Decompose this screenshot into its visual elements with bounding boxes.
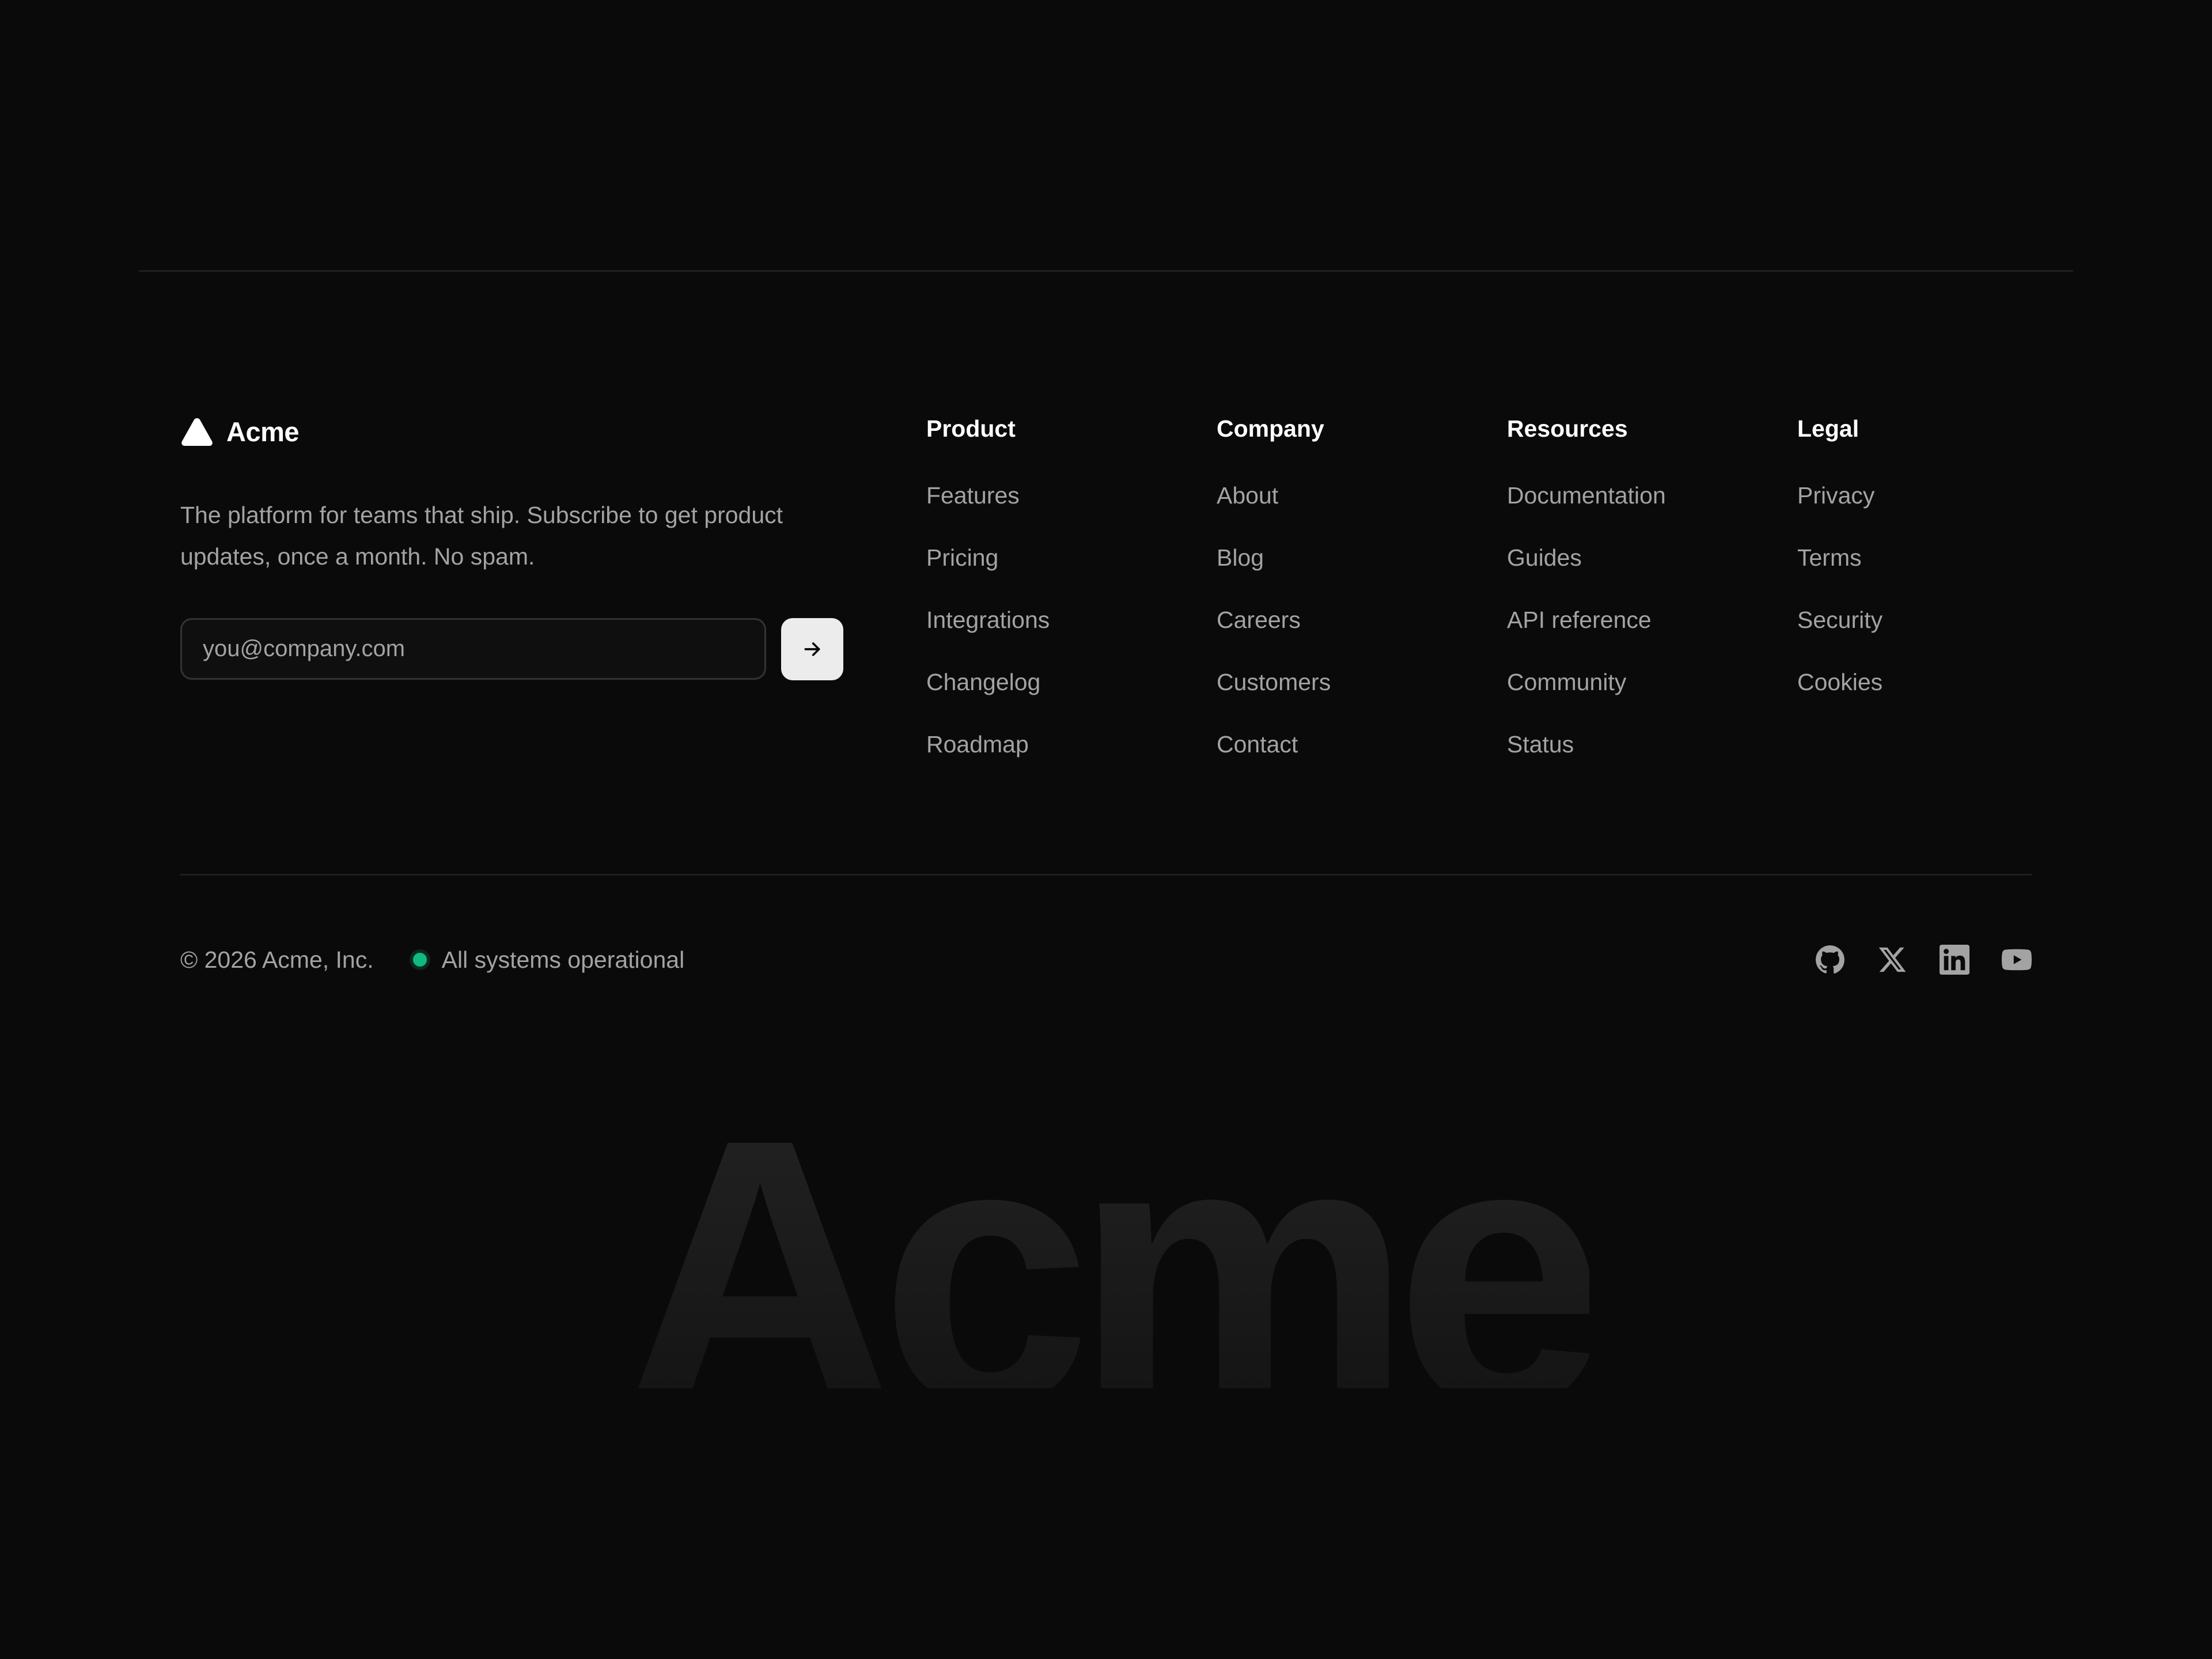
status-text: All systems operational — [441, 946, 685, 973]
x-icon — [1878, 947, 1906, 972]
github-icon — [1816, 945, 1844, 974]
footer-link-features[interactable]: Features — [926, 479, 1020, 512]
social-links — [1815, 941, 2032, 978]
status-indicator-dot — [412, 953, 427, 967]
linkedin-link[interactable] — [1940, 945, 1969, 975]
footer-link-community[interactable]: Community — [1507, 666, 1626, 698]
footer-link-integrations[interactable]: Integrations — [926, 604, 1050, 636]
youtube-link[interactable] — [2002, 945, 2032, 975]
x-link[interactable] — [1877, 945, 1907, 975]
triangle-logo-icon — [181, 418, 213, 446]
arrow-right-icon — [804, 642, 820, 656]
footer-link-contact[interactable]: Contact — [1217, 728, 1298, 760]
footer-column-resources: Resources Documentation Guides API refer… — [1507, 412, 1783, 790]
footer-link-customers[interactable]: Customers — [1217, 666, 1331, 698]
footer-link-status[interactable]: Status — [1507, 728, 1574, 760]
column-heading: Company — [1217, 415, 1324, 442]
footer-link-privacy[interactable]: Privacy — [1797, 479, 1874, 512]
top-divider — [139, 270, 2073, 272]
footer-link-api-reference[interactable]: API reference — [1507, 604, 1652, 636]
footer-link-documentation[interactable]: Documentation — [1507, 479, 1666, 512]
footer-link-guides[interactable]: Guides — [1507, 541, 1582, 574]
brand-name: Acme — [226, 416, 300, 447]
footer-link-security[interactable]: Security — [1797, 604, 1883, 636]
linkedin-icon — [1940, 945, 1969, 975]
footer-link-roadmap[interactable]: Roadmap — [926, 728, 1029, 760]
bottom-divider — [180, 874, 2032, 876]
wordmark-text: Acme — [623, 1083, 1607, 1388]
email-input[interactable] — [180, 618, 766, 680]
footer-bottom-bar: © 2026 Acme, Inc. All systems operationa… — [180, 941, 684, 978]
large-wordmark: Acme — [0, 1083, 2212, 1388]
subscribe-button[interactable] — [781, 618, 843, 680]
footer-column-legal: Legal Privacy Terms Security Cookies — [1797, 412, 2074, 728]
column-heading: Resources — [1507, 415, 1628, 442]
footer-link-careers[interactable]: Careers — [1217, 604, 1301, 636]
column-heading: Product — [926, 415, 1016, 442]
footer-link-blog[interactable]: Blog — [1217, 541, 1264, 574]
brand-logo[interactable]: Acme — [180, 416, 300, 448]
footer-link-changelog[interactable]: Changelog — [926, 666, 1040, 698]
footer-column-product: Product Features Pricing Integrations Ch… — [926, 412, 1203, 790]
github-link[interactable] — [1815, 945, 1845, 975]
footer-link-terms[interactable]: Terms — [1797, 541, 1862, 574]
copyright-text: © 2026 Acme, Inc. — [180, 946, 374, 973]
system-status-link[interactable]: All systems operational — [412, 946, 685, 974]
column-heading: Legal — [1797, 415, 1859, 442]
footer-link-cookies[interactable]: Cookies — [1797, 666, 1883, 698]
footer-link-about[interactable]: About — [1217, 479, 1278, 512]
footer-column-company: Company About Blog Careers Customers Con… — [1217, 412, 1493, 790]
youtube-icon — [2002, 949, 2032, 971]
footer-tagline: The platform for teams that ship. Subscr… — [180, 502, 783, 570]
footer-link-pricing[interactable]: Pricing — [926, 541, 998, 574]
